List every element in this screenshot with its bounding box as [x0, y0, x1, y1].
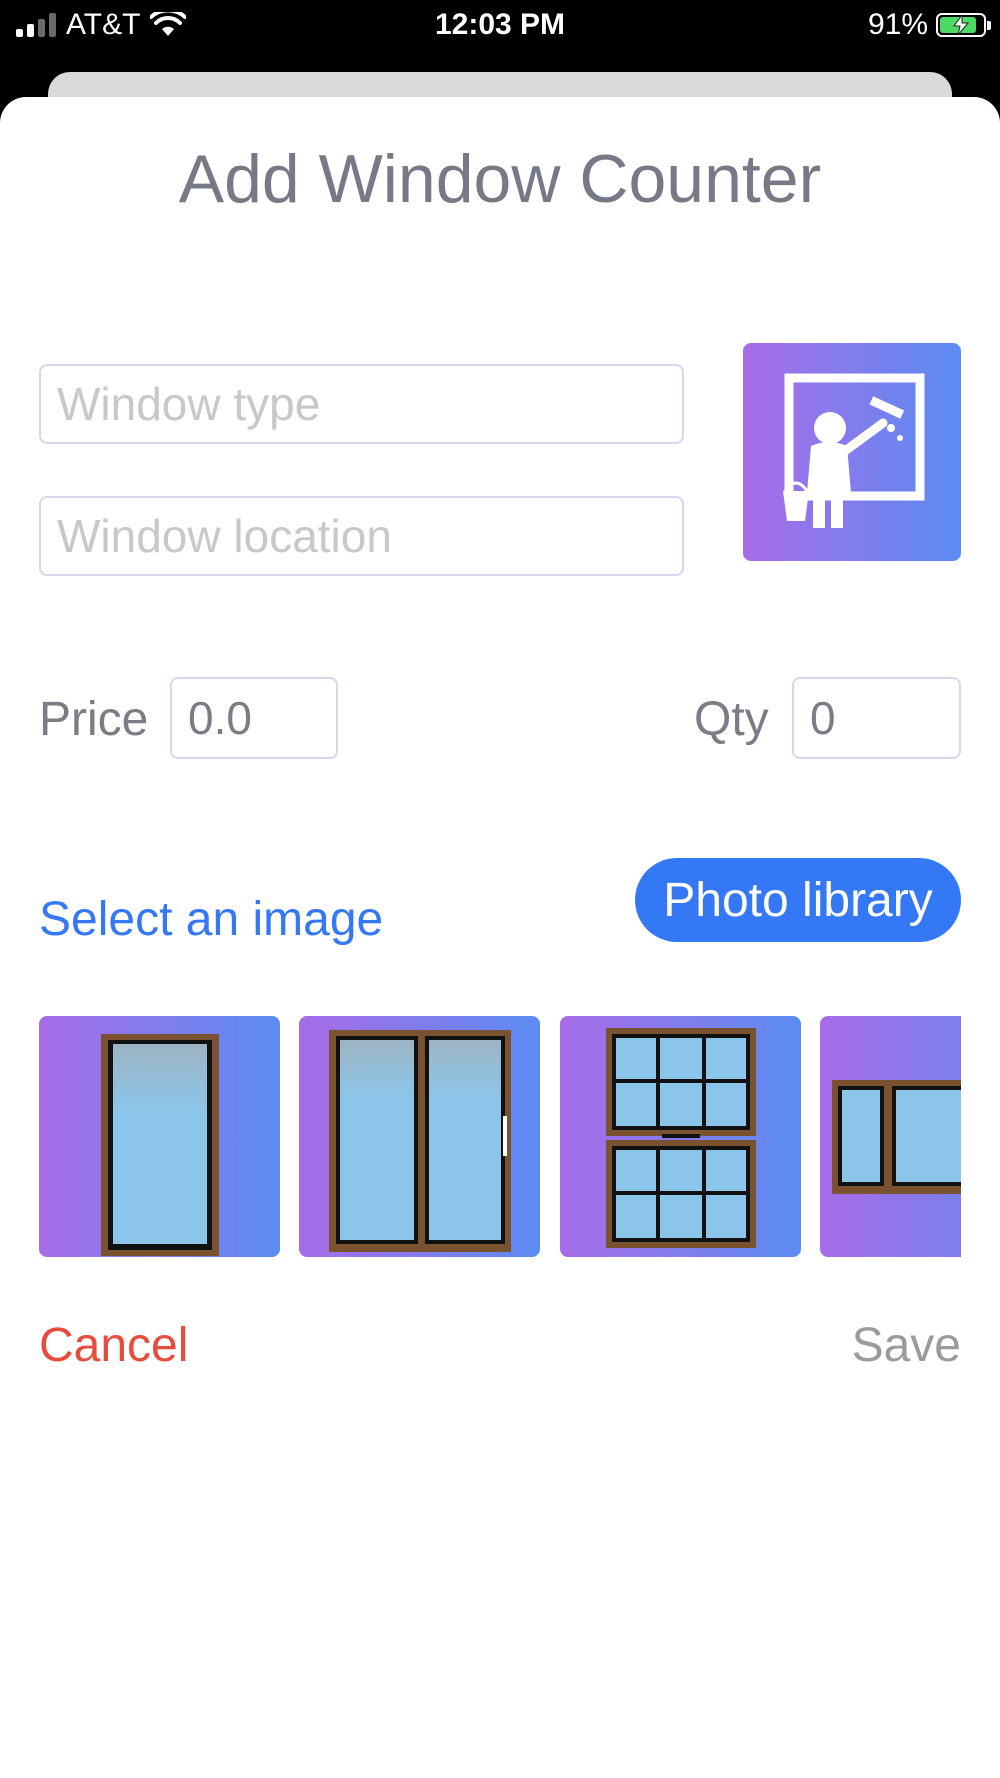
save-button[interactable]: Save	[852, 1318, 961, 1373]
clock: 12:03 PM	[434, 8, 566, 41]
wide-window-icon	[832, 1080, 961, 1194]
select-image-label: Select an image	[39, 893, 384, 946]
window-location-input[interactable]	[41, 498, 682, 574]
image-option-wide-window[interactable]	[820, 1016, 961, 1257]
image-option-single-window[interactable]	[39, 1016, 280, 1257]
image-option-double-window[interactable]	[299, 1016, 540, 1257]
price-field[interactable]	[170, 677, 338, 759]
qty-input[interactable]	[794, 679, 959, 757]
qty-field[interactable]	[792, 677, 961, 759]
window-cleaner-icon	[783, 373, 925, 528]
selected-image-preview[interactable]	[743, 343, 961, 561]
window-type-field[interactable]	[39, 364, 684, 444]
window-type-input[interactable]	[41, 366, 682, 442]
grid-window-icon	[606, 1028, 756, 1248]
image-option-grid-window[interactable]	[560, 1016, 801, 1257]
battery-percentage: 91%	[867, 8, 928, 41]
status-right: 91%	[867, 8, 991, 42]
image-picker-strip[interactable]	[39, 1016, 961, 1257]
single-window-icon	[101, 1034, 219, 1256]
window-location-field[interactable]	[39, 496, 684, 576]
status-bar: AT&T 12:03 PM 91%	[0, 0, 1000, 60]
cancel-button[interactable]: Cancel	[39, 1318, 188, 1373]
charging-bolt-icon	[953, 15, 970, 35]
price-label: Price	[39, 693, 149, 746]
modal-title: Add Window Counter	[178, 141, 822, 217]
qty-label: Qty	[694, 693, 769, 746]
battery-icon	[936, 13, 991, 37]
double-window-icon	[329, 1030, 511, 1252]
photo-library-button[interactable]: Photo library	[635, 858, 961, 942]
price-input[interactable]	[172, 679, 336, 757]
